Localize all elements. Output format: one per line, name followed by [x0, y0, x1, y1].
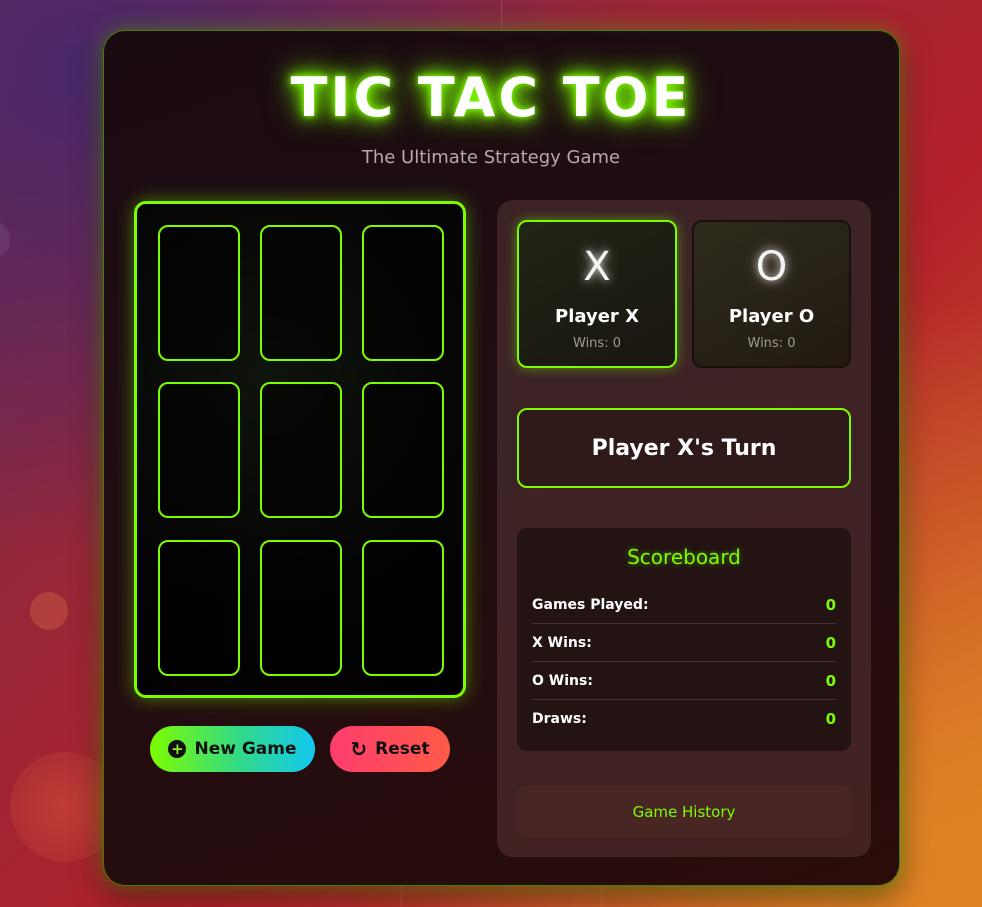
player-o-symbol: O [755, 244, 788, 290]
reset-button[interactable]: ↻ Reset [330, 726, 450, 772]
board-cell-7[interactable] [158, 540, 240, 676]
scoreboard-value: 0 [825, 671, 836, 690]
board-cell-9[interactable] [362, 540, 444, 676]
page-title: TIC TAC TOE [290, 66, 692, 129]
scoreboard-value: 0 [825, 710, 836, 728]
board-cell-6[interactable] [362, 382, 444, 518]
player-o-name: Player O [728, 306, 815, 327]
player-x-name: Player X [555, 306, 639, 327]
player-x-wins: Wins: 0 [573, 336, 621, 351]
background-line [601, 886, 602, 907]
scoreboard-label: O Wins: [532, 672, 593, 689]
scoreboard-row: O Wins: 0 [532, 662, 836, 700]
new-game-label: New Game [194, 739, 297, 759]
player-o-card: O Player O Wins: 0 [692, 220, 851, 368]
scoreboard-value: 0 [825, 595, 836, 614]
scoreboard-label: X Wins: [532, 634, 592, 651]
board-cell-1[interactable] [158, 225, 240, 361]
new-game-button[interactable]: + New Game [150, 726, 315, 772]
board-cell-4[interactable] [158, 382, 240, 518]
scoreboard-row: X Wins: 0 [532, 624, 836, 662]
game-history-button[interactable]: Game History [517, 786, 851, 837]
player-o-wins: Wins: 0 [747, 336, 796, 351]
board-cell-8[interactable] [260, 540, 342, 676]
background-bokeh [0, 220, 10, 260]
board-cell-5[interactable] [260, 382, 342, 518]
reset-label: Reset [375, 739, 430, 759]
scoreboard: Scoreboard Games Played: 0 X Wins: 0 O W… [517, 528, 851, 751]
scoreboard-row: Games Played: 0 [532, 586, 836, 624]
background-line [401, 886, 402, 907]
scoreboard-label: Draws: [532, 711, 587, 727]
background-bokeh [30, 592, 68, 630]
player-x-symbol: X [583, 244, 611, 290]
plus-circle-icon: + [168, 740, 187, 758]
page-subtitle: The Ultimate Strategy Game [361, 147, 621, 168]
scoreboard-value: 0 [825, 633, 836, 652]
rotate-icon: ↻ [350, 737, 368, 761]
turn-indicator: Player X's Turn [517, 408, 851, 488]
board-cell-3[interactable] [362, 225, 444, 361]
scoreboard-title: Scoreboard [627, 545, 741, 569]
scoreboard-row: Draws: 0 [532, 700, 836, 738]
background-line [501, 0, 502, 30]
scoreboard-label: Games Played: [532, 596, 649, 613]
game-board [134, 201, 466, 698]
board-cell-2[interactable] [260, 225, 342, 361]
player-x-card: X Player X Wins: 0 [517, 220, 677, 368]
